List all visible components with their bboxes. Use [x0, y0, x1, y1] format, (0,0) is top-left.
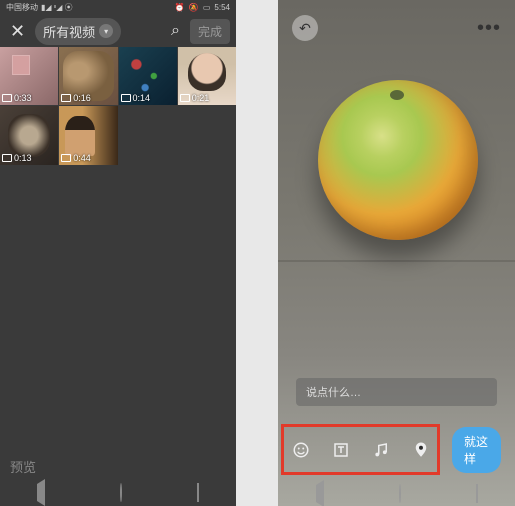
done-button[interactable]: 完成	[190, 19, 230, 44]
system-navbar	[278, 482, 515, 506]
video-duration: 0:13	[14, 153, 32, 163]
photo-subject-orange	[318, 80, 478, 240]
video-duration: 0:21	[192, 93, 210, 103]
video-duration: 0:14	[133, 93, 151, 103]
video-picker-screen: 中国移动 ▮◢ ᶦᶦ◢ ⦿ ⏰ 🔕 ▭ 5:54 ✕ 所有视频 ▾ ⌕ 完成 0…	[0, 0, 236, 506]
nav-home-icon[interactable]	[120, 484, 122, 502]
video-icon	[2, 94, 12, 102]
search-icon[interactable]: ⌕	[167, 18, 184, 44]
undo-icon: ↶	[299, 20, 311, 37]
signal-icons: ▮◢ ᶦᶦ◢ ⦿	[41, 2, 73, 13]
video-thumb[interactable]: 0:21	[178, 47, 236, 105]
system-navbar	[0, 480, 236, 506]
nav-recent-icon[interactable]	[476, 485, 478, 503]
video-duration: 0:44	[73, 153, 91, 163]
emoji-icon[interactable]	[292, 440, 310, 460]
close-button[interactable]: ✕	[6, 19, 29, 44]
video-grid: 0:33 0:16 0:14 0:21 0:13 0:44	[0, 47, 236, 165]
video-thumb[interactable]: 0:33	[0, 47, 58, 105]
video-thumb[interactable]: 0:14	[119, 47, 177, 105]
chevron-down-icon: ▾	[99, 24, 113, 38]
video-icon	[180, 94, 190, 102]
video-icon	[2, 154, 12, 162]
mute-icon: 🔕	[189, 3, 199, 12]
video-icon	[61, 154, 71, 162]
video-thumb[interactable]: 0:44	[59, 106, 117, 164]
nav-home-icon[interactable]	[399, 485, 401, 503]
video-thumb[interactable]: 0:16	[59, 47, 117, 105]
post-editor-screen: ↶ ••• 说点什么… 就这样	[278, 0, 515, 506]
music-icon[interactable]	[372, 440, 390, 460]
text-icon[interactable]	[332, 440, 350, 460]
status-bar: 中国移动 ▮◢ ᶦᶦ◢ ⦿ ⏰ 🔕 ▭ 5:54	[0, 0, 236, 15]
nav-back-icon[interactable]	[316, 485, 324, 503]
nav-back-icon[interactable]	[37, 484, 45, 502]
video-thumb[interactable]: 0:13	[0, 106, 58, 164]
editor-toolbar: 就这样	[278, 428, 515, 472]
alarm-icon: ⏰	[175, 3, 185, 12]
editor-top-bar: ↶ •••	[278, 8, 515, 48]
video-icon	[121, 94, 131, 102]
video-duration: 0:33	[14, 93, 32, 103]
clock-time: 5:54	[214, 3, 230, 12]
picker-header: ✕ 所有视频 ▾ ⌕ 完成	[0, 15, 236, 47]
publish-button[interactable]: 就这样	[452, 427, 501, 473]
caption-placeholder: 说点什么…	[306, 384, 361, 400]
video-icon	[61, 94, 71, 102]
video-duration: 0:16	[73, 93, 91, 103]
more-button[interactable]: •••	[477, 17, 501, 40]
preview-label[interactable]: 预览	[10, 457, 36, 476]
battery-icon: ▭	[203, 3, 211, 12]
carrier-label: 中国移动	[6, 2, 38, 13]
location-icon[interactable]	[412, 440, 430, 460]
album-dropdown-label: 所有视频	[43, 22, 95, 41]
undo-button[interactable]: ↶	[292, 15, 318, 41]
album-dropdown[interactable]: 所有视频 ▾	[35, 18, 121, 45]
nav-recent-icon[interactable]	[197, 484, 199, 502]
caption-input[interactable]: 说点什么…	[296, 378, 497, 406]
